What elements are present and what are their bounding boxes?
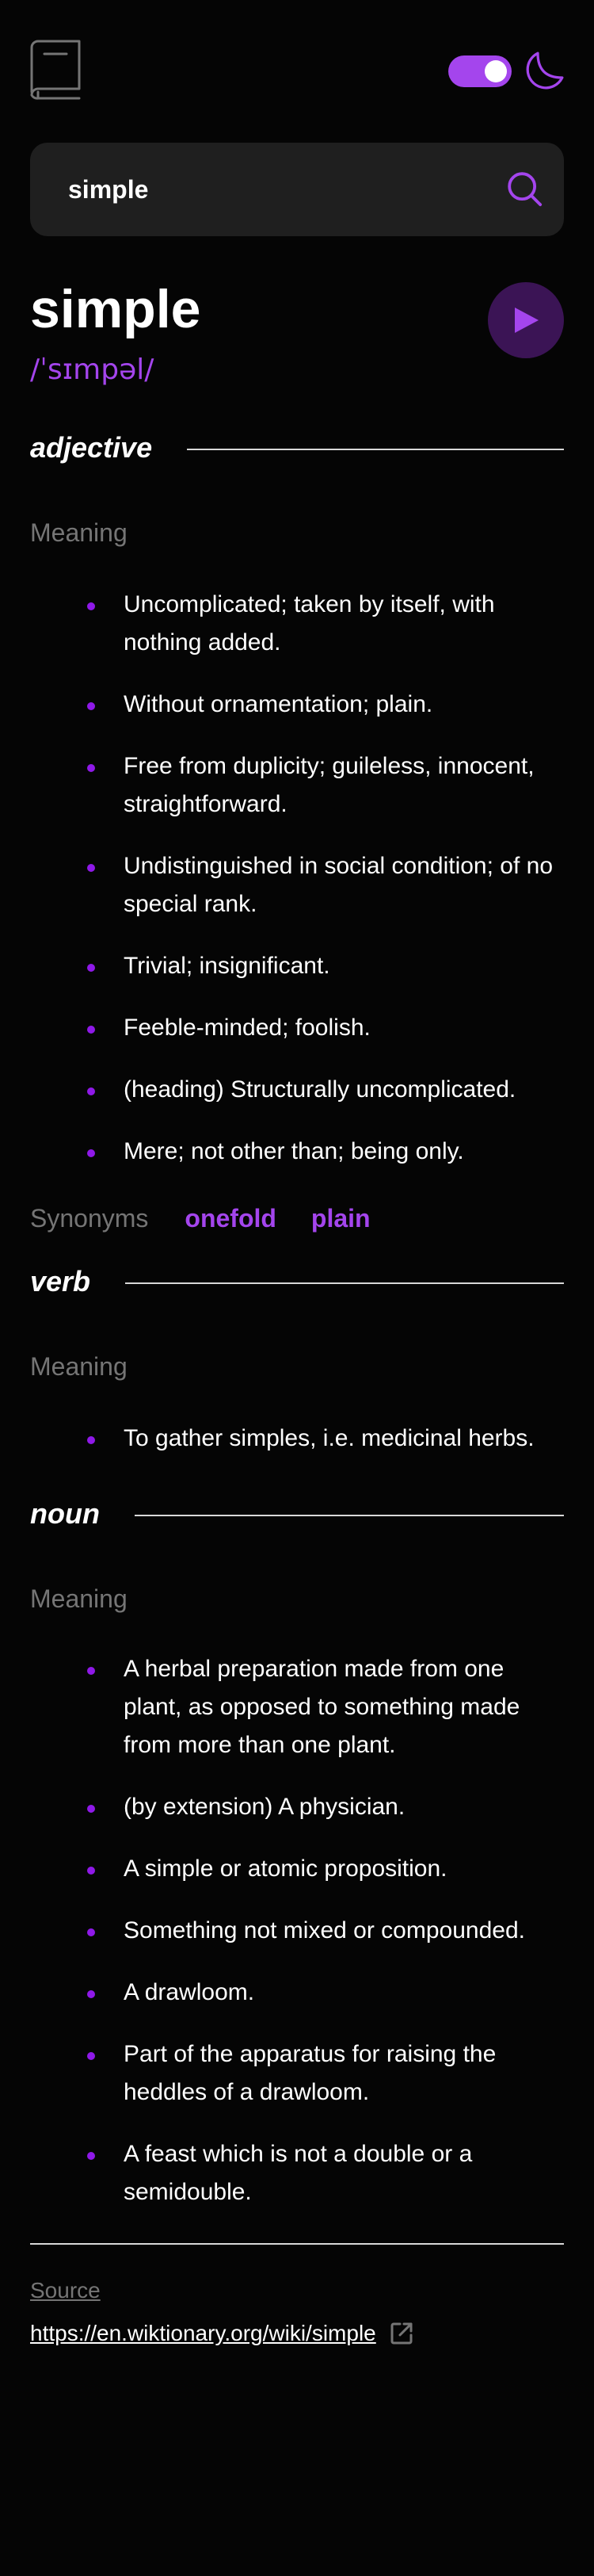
definition-item: A drawloom. [87, 1974, 564, 2012]
definition-item: (by extension) A physician. [87, 1788, 564, 1826]
search-input[interactable] [68, 174, 526, 204]
meaning-heading: Meaning [30, 1352, 128, 1381]
source-section: Source https://en.wiktionary.org/wiki/si… [30, 2278, 564, 2346]
meaning-section-adjective: adjective Meaning Uncomplicated; taken b… [30, 431, 564, 1233]
source-label: Source [30, 2278, 101, 2303]
definition-item: To gather simples, i.e. medicinal herbs. [87, 1420, 564, 1458]
definition-item: (heading) Structurally uncomplicated. [87, 1071, 564, 1109]
synonym-link[interactable]: onefold [185, 1204, 276, 1233]
play-icon [515, 308, 539, 333]
synonyms-row: Synonyms onefold plain [30, 1204, 564, 1233]
meaning-section-noun: noun Meaning A herbal preparation made f… [30, 1497, 564, 2211]
moon-icon [526, 52, 564, 90]
synonym-link[interactable]: plain [311, 1204, 371, 1233]
book-icon[interactable] [30, 40, 84, 100]
divider-line [134, 1515, 564, 1516]
source-link[interactable]: https://en.wiktionary.org/wiki/simple [30, 2321, 376, 2346]
definition-item: Uncomplicated; taken by itself, with not… [87, 586, 564, 662]
definition-item: A feast which is not a double or a semid… [87, 2135, 564, 2211]
toggle-knob [485, 60, 507, 82]
definition-item: Feeble-minded; foolish. [87, 1009, 564, 1047]
search-icon [508, 172, 543, 207]
definition-list: To gather simples, i.e. medicinal herbs. [30, 1420, 564, 1458]
synonyms-label: Synonyms [30, 1204, 149, 1233]
app-header [30, 0, 564, 143]
dictionary-page: simple /ˈsɪmpəl/ adjective Meaning Uncom… [0, 0, 594, 2346]
word-heading: simple /ˈsɪmpəl/ [30, 282, 564, 401]
part-of-speech: verb [30, 1265, 91, 1298]
phonetic-text: /ˈsɪmpəl/ [30, 354, 154, 386]
divider-line [125, 1282, 564, 1284]
part-of-speech-row: noun [30, 1497, 564, 1531]
definition-item: Without ornamentation; plain. [87, 686, 564, 724]
search-button[interactable] [507, 171, 543, 208]
meaning-heading: Meaning [30, 518, 128, 547]
definition-list: A herbal preparation made from one plant… [30, 1650, 564, 2211]
definition-item: Part of the apparatus for raising the he… [87, 2035, 564, 2112]
external-link-icon[interactable] [390, 2322, 413, 2345]
part-of-speech: noun [30, 1497, 100, 1530]
word-title: simple [30, 279, 201, 339]
definition-item: A herbal preparation made from one plant… [87, 1650, 564, 1764]
meaning-section-verb: verb Meaning To gather simples, i.e. med… [30, 1265, 564, 1458]
part-of-speech-row: adjective [30, 431, 564, 464]
play-pronunciation-button[interactable] [488, 282, 564, 358]
definition-item: A simple or atomic proposition. [87, 1850, 564, 1888]
definition-item: Trivial; insignificant. [87, 947, 564, 985]
part-of-speech-row: verb [30, 1265, 564, 1298]
meaning-heading: Meaning [30, 1584, 128, 1613]
search-bar [30, 143, 564, 236]
definition-item: Free from duplicity; guileless, innocent… [87, 747, 564, 824]
theme-toggle[interactable] [448, 55, 512, 87]
definition-item: Mere; not other than; being only. [87, 1133, 564, 1171]
definition-list: Uncomplicated; taken by itself, with not… [30, 586, 564, 1171]
part-of-speech: adjective [30, 431, 153, 464]
definition-item: Something not mixed or compounded. [87, 1912, 564, 1950]
footer-divider [30, 2243, 564, 2245]
divider-line [187, 449, 564, 450]
source-link-row: https://en.wiktionary.org/wiki/simple [30, 2321, 564, 2346]
definition-item: Undistinguished in social condition; of … [87, 847, 564, 923]
